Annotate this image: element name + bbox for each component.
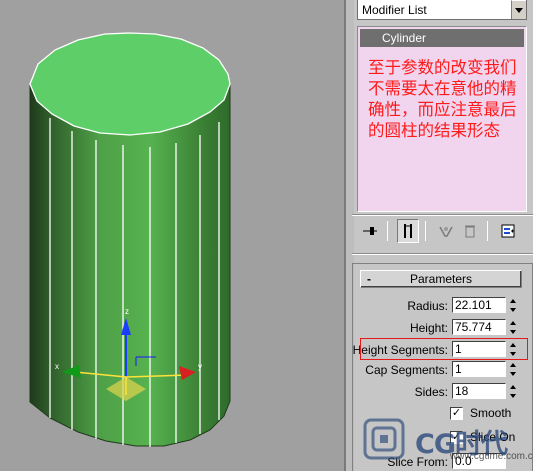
sides-field[interactable]: 18 xyxy=(452,383,506,399)
show-end-result-icon[interactable] xyxy=(397,219,419,243)
cap-segments-spinner[interactable] xyxy=(508,361,518,378)
watermark-url: www.cgtime.com.cn xyxy=(450,451,533,462)
watermark: CG时代 www.cgtime.com.cn xyxy=(355,408,533,471)
annotation-note: 至于参数的改变我们不需要太在意他的精确性，而应注意最后的圆柱的结果形态 xyxy=(368,58,517,140)
sides-spinner[interactable] xyxy=(508,383,518,400)
radius-field[interactable]: 22.101 xyxy=(452,297,506,313)
make-unique-icon[interactable] xyxy=(435,219,457,243)
perspective-viewport[interactable]: z x y xyxy=(0,0,346,471)
parameters-rollout-header[interactable]: - Parameters xyxy=(360,270,522,288)
cap-segments-field[interactable]: 1 xyxy=(452,361,506,377)
cap-segments-label: Cap Segments: xyxy=(365,363,448,377)
param-radius: Radius: 22.101 xyxy=(352,296,533,316)
param-cap-segments: Cap Segments: 1 xyxy=(352,360,533,380)
radius-label: Radius: xyxy=(407,299,448,313)
cg-logo-icon xyxy=(363,418,405,460)
param-sides: Sides: 18 xyxy=(352,382,533,402)
pin-stack-icon[interactable] xyxy=(359,219,381,243)
remove-modifier-icon[interactable] xyxy=(459,219,481,243)
param-height: Height: 75.774 xyxy=(352,318,533,338)
chevron-down-icon[interactable] xyxy=(511,0,526,19)
highlight-annotation-box xyxy=(360,338,528,360)
stack-item-cylinder[interactable]: Cylinder xyxy=(360,29,524,47)
modifier-list-dropdown[interactable]: Modifier List xyxy=(357,0,527,20)
modifier-list-label: Modifier List xyxy=(362,3,427,17)
rollout-title: Parameters xyxy=(409,272,473,286)
radius-spinner[interactable] xyxy=(508,297,518,314)
sides-label: Sides: xyxy=(414,385,448,399)
height-label: Height: xyxy=(409,321,448,335)
height-spinner[interactable] xyxy=(508,319,518,336)
height-field[interactable]: 75.774 xyxy=(452,319,506,335)
configure-modifier-sets-icon[interactable] xyxy=(497,219,519,243)
stack-toolbar xyxy=(357,219,527,245)
modifier-stack: Cylinder 至于参数的改变我们不需要太在意他的精确性，而应注意最后的圆柱的… xyxy=(357,26,527,212)
